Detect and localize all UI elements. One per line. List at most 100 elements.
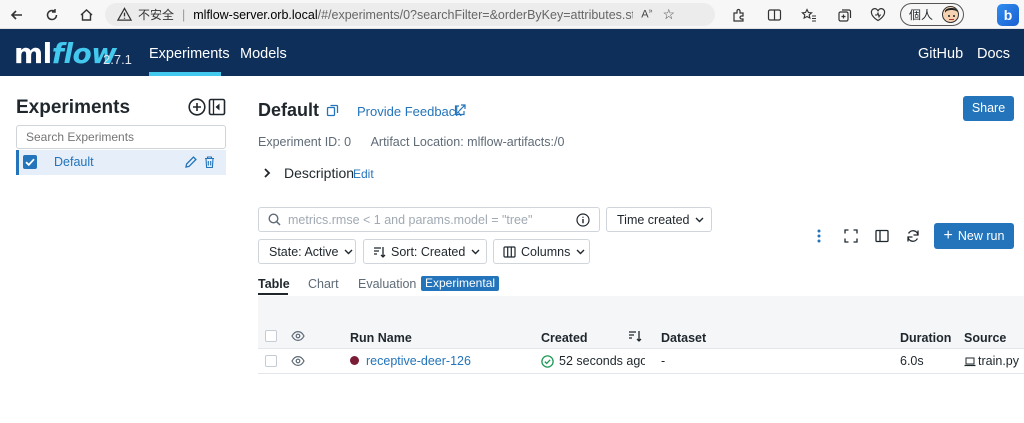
tab-chart[interactable]: Chart xyxy=(308,277,339,291)
run-name-link[interactable]: receptive-deer-126 xyxy=(366,354,471,368)
experiment-id: Experiment ID: 0 xyxy=(258,135,352,149)
new-run-label: New run xyxy=(957,229,1005,243)
top-navbar: mlflow 2.7.1 Experiments Models GitHub D… xyxy=(0,29,1024,76)
sort-descending-icon[interactable] xyxy=(628,330,642,342)
laptop-icon xyxy=(964,357,976,367)
bing-copilot-icon[interactable]: b xyxy=(997,4,1019,26)
provide-feedback-link[interactable]: Provide Feedback xyxy=(357,104,462,119)
external-link-icon[interactable] xyxy=(454,104,466,116)
duration-value: 6.0s xyxy=(900,354,924,368)
logo-ml: ml xyxy=(14,37,52,70)
dataset-value: - xyxy=(661,354,666,368)
experiment-meta: Experiment ID: 0 Artifact Location: mlfl… xyxy=(258,135,564,149)
sidebar-item-label: Default xyxy=(54,155,94,169)
browser-toolbar: 不安全 | mlflow-server.orb.local/#/experime… xyxy=(0,0,1024,29)
url-path: /#/experiments/0?searchFilter=&orderByKe… xyxy=(317,7,634,22)
run-search-input[interactable]: metrics.rmse < 1 and params.model = "tre… xyxy=(258,207,600,232)
column-header-run-name[interactable]: Run Name xyxy=(350,331,412,345)
sidebar-toggle-icon[interactable] xyxy=(875,229,889,243)
favorites-bar-icon[interactable] xyxy=(799,5,819,25)
visibility-icon[interactable] xyxy=(291,330,305,342)
avatar xyxy=(942,6,959,23)
search-experiments-input[interactable] xyxy=(16,125,226,149)
extensions-icon[interactable] xyxy=(728,5,748,25)
visibility-icon[interactable] xyxy=(291,355,305,367)
profile-button[interactable]: 個人 xyxy=(900,3,964,26)
search-icon xyxy=(268,213,281,226)
favorite-icon[interactable]: ☆ xyxy=(663,6,676,23)
time-created-select[interactable]: Time created xyxy=(606,207,712,232)
sort-select[interactable]: Sort: Created xyxy=(363,239,487,264)
split-screen-icon[interactable] xyxy=(764,5,784,25)
page-title: Default xyxy=(258,100,320,120)
edit-icon[interactable] xyxy=(184,155,198,169)
sidebar-title: Experiments xyxy=(16,97,131,118)
more-options-icon[interactable] xyxy=(814,229,824,243)
url-divider: | xyxy=(182,7,186,22)
nav-active-indicator xyxy=(149,72,221,76)
grid-group-header xyxy=(258,296,1024,322)
url-host: mlflow-server.orb.local xyxy=(193,7,318,22)
experimental-badge: Experimental xyxy=(421,276,500,291)
read-aloud-icon[interactable]: A» xyxy=(641,8,652,21)
column-header-created[interactable]: Created xyxy=(541,331,588,345)
created-value: 52 seconds ago xyxy=(559,354,645,368)
collapse-sidebar-icon[interactable] xyxy=(208,98,226,116)
description-toggle[interactable]: Description xyxy=(284,165,354,181)
chevron-right-icon[interactable] xyxy=(262,167,272,179)
sidebar-item-default[interactable]: Default xyxy=(16,150,226,175)
description-edit-link[interactable]: Edit xyxy=(353,167,374,181)
source-link[interactable]: train.py xyxy=(978,354,1024,368)
experiment-checkbox[interactable] xyxy=(23,155,37,169)
nav-github[interactable]: GitHub xyxy=(918,46,963,62)
version-label: 2.7.1 xyxy=(103,52,132,67)
delete-icon[interactable] xyxy=(203,155,216,169)
url-text[interactable]: mlflow-server.orb.local/#/experiments/0?… xyxy=(193,8,633,22)
fullscreen-icon[interactable] xyxy=(844,229,858,243)
state-label: State: Active xyxy=(269,244,339,259)
refresh-icon[interactable] xyxy=(42,5,62,25)
add-experiment-icon[interactable] xyxy=(188,98,206,116)
state-select[interactable]: State: Active xyxy=(258,239,356,264)
address-bar[interactable]: 不安全 | mlflow-server.orb.local/#/experime… xyxy=(105,3,715,26)
info-icon[interactable] xyxy=(576,212,590,227)
columns-select[interactable]: Columns xyxy=(493,239,590,264)
column-header-dataset[interactable]: Dataset xyxy=(661,331,706,345)
row-checkbox[interactable] xyxy=(265,355,277,367)
column-header-source[interactable]: Source xyxy=(964,331,1006,345)
nav-docs[interactable]: Docs xyxy=(977,46,1010,62)
home-icon[interactable] xyxy=(76,5,96,25)
chevron-down-icon xyxy=(695,217,704,223)
browser-essentials-icon[interactable] xyxy=(868,5,888,25)
insecure-label: 不安全 xyxy=(138,8,175,22)
tab-evaluation[interactable]: Evaluation xyxy=(358,277,416,291)
status-finished-icon xyxy=(541,355,554,368)
tab-table[interactable]: Table xyxy=(258,277,290,291)
tab-active-indicator xyxy=(258,293,288,295)
new-run-button[interactable]: + New run xyxy=(934,223,1014,249)
run-color-dot[interactable] xyxy=(350,356,359,365)
collections-icon[interactable] xyxy=(834,5,854,25)
columns-label: Columns xyxy=(521,244,571,259)
select-all-checkbox[interactable] xyxy=(265,330,277,342)
sort-icon xyxy=(373,246,386,258)
time-created-label: Time created xyxy=(617,212,690,227)
refresh-icon[interactable] xyxy=(906,229,920,243)
chevron-down-icon xyxy=(576,249,585,255)
chevron-down-icon xyxy=(344,249,353,255)
plus-icon: + xyxy=(943,227,953,244)
mlflow-logo[interactable]: mlflow xyxy=(14,37,117,70)
search-placeholder: metrics.rmse < 1 and params.model = "tre… xyxy=(288,212,533,227)
table-header: Run Name Created Dataset Duration Source xyxy=(258,322,1024,349)
sort-label: Sort: Created xyxy=(391,244,466,259)
chevron-down-icon xyxy=(471,249,480,255)
share-button[interactable]: Share xyxy=(963,96,1014,121)
warning-icon xyxy=(117,7,132,21)
copy-icon[interactable] xyxy=(326,104,339,117)
nav-experiments[interactable]: Experiments xyxy=(149,46,230,62)
nav-models[interactable]: Models xyxy=(240,46,287,62)
back-icon[interactable] xyxy=(7,5,27,25)
profile-label: 個人 xyxy=(909,8,934,22)
table-row[interactable]: receptive-deer-126 52 seconds ago - 6.0s… xyxy=(258,349,1024,374)
column-header-duration[interactable]: Duration xyxy=(900,331,951,345)
